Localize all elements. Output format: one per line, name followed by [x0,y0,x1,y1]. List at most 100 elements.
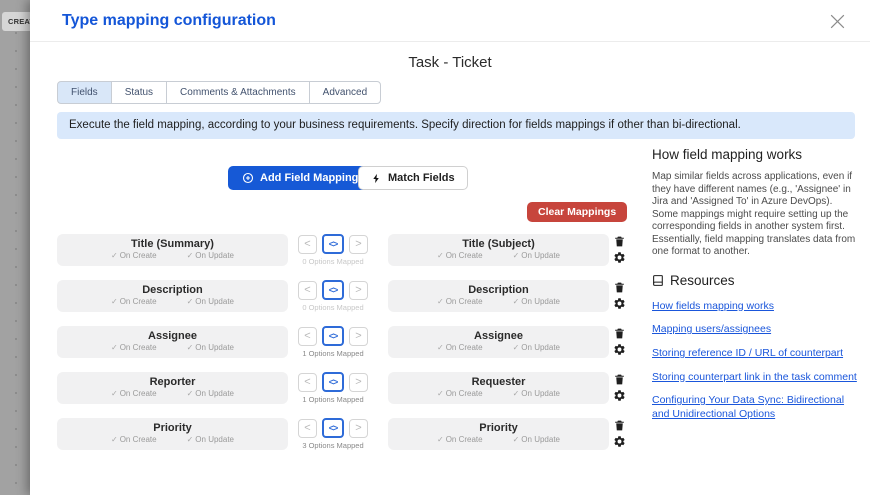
on-update-flag: ✓On Update [513,435,560,444]
field-name: Priority [57,422,288,434]
on-create-flag: ✓On Create [111,435,157,444]
on-create-flag: ✓On Create [111,389,157,398]
target-field-card[interactable]: Requester ✓On Create ✓On Update [388,372,609,404]
direction-bidirectional-button[interactable]: <> [322,372,344,392]
clear-mappings-button[interactable]: Clear Mappings [527,202,627,222]
book-icon [652,274,665,287]
on-update-flag: ✓On Update [513,251,560,260]
mapping-row-priority: Priority ✓On Create ✓On Update < <> > 3 … [57,418,657,451]
close-icon [828,12,847,31]
direction-controls: < <> > 1 Options Mapped [293,326,373,358]
clear-mappings-label: Clear Mappings [538,206,616,218]
link-storing-reference-id[interactable]: Storing reference ID / URL of counterpar… [652,346,858,360]
options-mapped-label: 1 Options Mapped [293,395,373,404]
direction-bidirectional-button[interactable]: <> [322,280,344,300]
check-icon: ✓ [187,389,194,398]
check-icon: ✓ [187,435,194,444]
check-icon: ✓ [111,343,118,352]
direction-right-button[interactable]: > [349,235,368,254]
on-update-flag: ✓On Update [187,435,234,444]
source-field-card[interactable]: Assignee ✓On Create ✓On Update [57,326,288,358]
field-name: Reporter [57,376,288,388]
delete-mapping-icon[interactable] [612,418,626,433]
field-name: Description [388,284,609,296]
add-field-mapping-button[interactable]: Add Field Mapping [228,166,372,190]
check-icon: ✓ [187,251,194,260]
target-field-card[interactable]: Assignee ✓On Create ✓On Update [388,326,609,358]
check-icon: ✓ [437,389,444,398]
link-how-fields-mapping-works[interactable]: How fields mapping works [652,299,858,313]
on-update-flag: ✓On Update [513,297,560,306]
mapping-settings-gear-icon[interactable] [612,434,626,449]
link-storing-counterpart-link[interactable]: Storing counterpart link in the task com… [652,370,858,384]
tab-advanced[interactable]: Advanced [309,81,381,104]
direction-bidirectional-button[interactable]: <> [322,234,344,254]
plus-circle-icon [242,172,254,184]
check-icon: ✓ [437,435,444,444]
mapping-settings-gear-icon[interactable] [612,388,626,403]
direction-bidirectional-button[interactable]: <> [322,326,344,346]
close-button[interactable] [826,10,848,32]
direction-left-button[interactable]: < [298,419,317,438]
on-update-flag: ✓On Update [187,297,234,306]
options-mapped-label: 1 Options Mapped [293,349,373,358]
on-create-flag: ✓On Create [111,297,157,306]
lightning-icon [371,173,382,184]
delete-mapping-icon[interactable] [612,326,626,341]
source-field-card[interactable]: Description ✓On Create ✓On Update [57,280,288,312]
field-name: Description [57,284,288,296]
direction-left-button[interactable]: < [298,235,317,254]
direction-left-button[interactable]: < [298,327,317,346]
direction-right-button[interactable]: > [349,419,368,438]
direction-right-button[interactable]: > [349,373,368,392]
field-name: Priority [388,422,609,434]
mapping-settings-gear-icon[interactable] [612,250,626,265]
delete-mapping-icon[interactable] [612,234,626,249]
options-mapped-label: 3 Options Mapped [293,441,373,450]
direction-controls: < <> > 0 Options Mapped [293,280,373,312]
resource-links: How fields mapping works Mapping users/a… [652,299,858,422]
link-configuring-data-sync[interactable]: Configuring Your Data Sync: Bidirectiona… [652,393,858,421]
source-field-card[interactable]: Title (Summary) ✓On Create ✓On Update [57,234,288,266]
direction-right-button[interactable]: > [349,281,368,300]
check-icon: ✓ [187,343,194,352]
mapping-row-description: Description ✓On Create ✓On Update < <> >… [57,280,657,313]
source-field-card[interactable]: Priority ✓On Create ✓On Update [57,418,288,450]
on-create-flag: ✓On Create [437,389,483,398]
help-body: Map similar fields across applications, … [652,171,858,259]
check-icon: ✓ [513,251,520,260]
tab-comments-attachments[interactable]: Comments & Attachments [166,81,310,104]
check-icon: ✓ [111,389,118,398]
check-icon: ✓ [111,435,118,444]
direction-left-button[interactable]: < [298,281,317,300]
on-create-flag: ✓On Create [111,343,157,352]
direction-left-button[interactable]: < [298,373,317,392]
check-icon: ✓ [513,343,520,352]
link-mapping-users-assignees[interactable]: Mapping users/assignees [652,322,858,336]
mapping-settings-gear-icon[interactable] [612,296,626,311]
direction-right-button[interactable]: > [349,327,368,346]
target-field-card[interactable]: Priority ✓On Create ✓On Update [388,418,609,450]
tab-fields[interactable]: Fields [57,81,112,104]
match-fields-button[interactable]: Match Fields [358,166,468,190]
source-field-card[interactable]: Reporter ✓On Create ✓On Update [57,372,288,404]
delete-mapping-icon[interactable] [612,372,626,387]
on-update-flag: ✓On Update [187,251,234,260]
type-mapping-modal: Type mapping configuration Task - Ticket… [30,0,870,495]
direction-bidirectional-button[interactable]: <> [322,418,344,438]
on-create-flag: ✓On Create [437,251,483,260]
direction-controls: < <> > 1 Options Mapped [293,372,373,404]
check-icon: ✓ [513,389,520,398]
mapping-settings-gear-icon[interactable] [612,342,626,357]
check-icon: ✓ [513,297,520,306]
target-field-card[interactable]: Description ✓On Create ✓On Update [388,280,609,312]
options-mapped-label: 0 Options Mapped [293,303,373,312]
on-create-flag: ✓On Create [437,435,483,444]
target-field-card[interactable]: Title (Subject) ✓On Create ✓On Update [388,234,609,266]
tab-status[interactable]: Status [111,81,167,104]
field-name: Title (Summary) [57,238,288,250]
direction-controls: < <> > 3 Options Mapped [293,418,373,450]
delete-mapping-icon[interactable] [612,280,626,295]
modal-title: Type mapping configuration [62,12,276,30]
on-update-flag: ✓On Update [513,343,560,352]
